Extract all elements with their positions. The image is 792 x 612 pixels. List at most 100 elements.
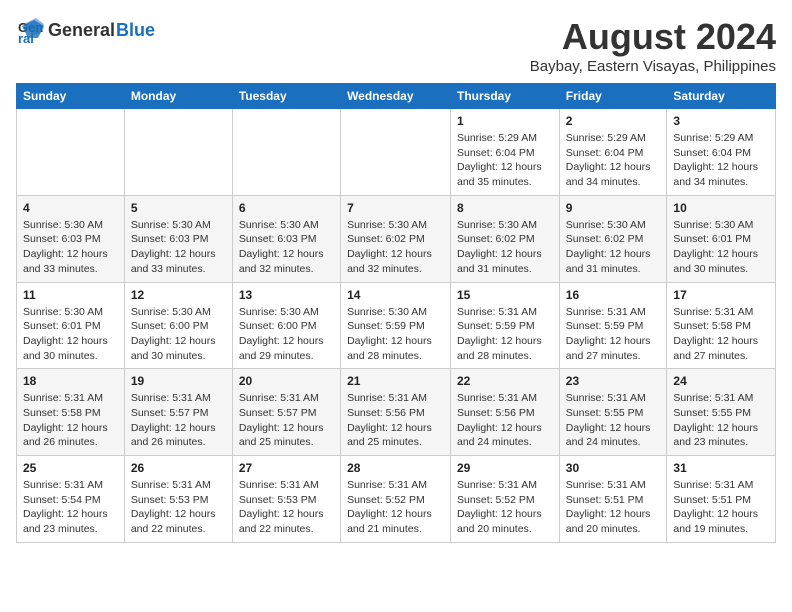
day-info: Sunrise: 5:31 AMSunset: 5:56 PMDaylight:… <box>457 391 553 450</box>
day-info: Sunrise: 5:30 AMSunset: 6:02 PMDaylight:… <box>457 218 553 277</box>
day-number: 28 <box>347 461 444 475</box>
day-info: Sunrise: 5:31 AMSunset: 5:57 PMDaylight:… <box>131 391 226 450</box>
calendar-week-2: 4 Sunrise: 5:30 AMSunset: 6:03 PMDaylight… <box>17 195 776 282</box>
day-number: 3 <box>673 114 769 128</box>
day-info: Sunrise: 5:30 AMSunset: 6:03 PMDaylight:… <box>23 218 118 277</box>
day-number: 21 <box>347 374 444 388</box>
calendar-cell: 12Sunrise: 5:30 AMSunset: 6:00 PMDayligh… <box>124 282 232 369</box>
calendar-cell: 21 Sunrise: 5:31 AMSunset: 5:56 PMDayligh… <box>341 369 451 456</box>
calendar-cell: 1Sunrise: 5:29 AMSunset: 6:04 PMDaylight… <box>451 109 560 196</box>
day-number: 7 <box>347 201 444 215</box>
day-number: 26 <box>131 461 226 475</box>
calendar-cell: 19Sunrise: 5:31 AMSunset: 5:57 PMDayligh… <box>124 369 232 456</box>
calendar-cell: 5Sunrise: 5:30 AMSunset: 6:03 PMDaylight… <box>124 195 232 282</box>
day-number: 18 <box>23 374 118 388</box>
calendar-cell: 9 Sunrise: 5:30 AMSunset: 6:02 PMDaylight… <box>559 195 667 282</box>
day-info: Sunrise: 5:31 AMSunset: 5:56 PMDaylight:… <box>347 391 444 450</box>
day-info: Sunrise: 5:31 AMSunset: 5:52 PMDaylight:… <box>347 478 444 537</box>
day-number: 30 <box>566 461 661 475</box>
day-number: 20 <box>239 374 334 388</box>
logo-icon: Gene ral <box>16 16 44 44</box>
main-title: August 2024 <box>530 16 776 58</box>
day-number: 13 <box>239 288 334 302</box>
calendar-week-1: 1Sunrise: 5:29 AMSunset: 6:04 PMDaylight… <box>17 109 776 196</box>
logo: Gene ral General Blue <box>16 16 155 44</box>
day-number: 15 <box>457 288 553 302</box>
header-monday: Monday <box>124 84 232 109</box>
calendar-cell: 30 Sunrise: 5:31 AMSunset: 5:51 PMDayligh… <box>559 456 667 543</box>
calendar-week-5: 25 Sunrise: 5:31 AMSunset: 5:54 PMDayligh… <box>17 456 776 543</box>
calendar-cell: 10 Sunrise: 5:30 AMSunset: 6:01 PMDayligh… <box>667 195 776 282</box>
day-number: 22 <box>457 374 553 388</box>
day-number: 8 <box>457 201 553 215</box>
header-wednesday: Wednesday <box>341 84 451 109</box>
calendar-week-3: 11 Sunrise: 5:30 AMSunset: 6:01 PMDayligh… <box>17 282 776 369</box>
title-block: August 2024 Baybay, Eastern Visayas, Phi… <box>530 16 776 75</box>
header-friday: Friday <box>559 84 667 109</box>
calendar-cell: 3 Sunrise: 5:29 AMSunset: 6:04 PMDaylight… <box>667 109 776 196</box>
day-number: 29 <box>457 461 553 475</box>
header-tuesday: Tuesday <box>232 84 340 109</box>
calendar-cell: 24 Sunrise: 5:31 AMSunset: 5:55 PMDayligh… <box>667 369 776 456</box>
day-number: 5 <box>131 201 226 215</box>
day-number: 27 <box>239 461 334 475</box>
calendar-cell: 25 Sunrise: 5:31 AMSunset: 5:54 PMDayligh… <box>17 456 125 543</box>
day-info: Sunrise: 5:31 AMSunset: 5:58 PMDaylight:… <box>673 305 769 364</box>
day-info: Sunrise: 5:30 AMSunset: 5:59 PMDaylight:… <box>347 305 444 364</box>
day-info: Sunrise: 5:31 AMSunset: 5:51 PMDaylight:… <box>566 478 661 537</box>
calendar-cell: 7 Sunrise: 5:30 AMSunset: 6:02 PMDaylight… <box>341 195 451 282</box>
calendar-cell <box>341 109 451 196</box>
day-number: 4 <box>23 201 118 215</box>
calendar-cell: 29 Sunrise: 5:31 AMSunset: 5:52 PMDayligh… <box>451 456 560 543</box>
day-info: Sunrise: 5:31 AMSunset: 5:59 PMDaylight:… <box>457 305 553 364</box>
day-info: Sunrise: 5:31 AMSunset: 5:54 PMDaylight:… <box>23 478 118 537</box>
header-thursday: Thursday <box>451 84 560 109</box>
calendar-cell: 13Sunrise: 5:30 AMSunset: 6:00 PMDayligh… <box>232 282 340 369</box>
day-info: Sunrise: 5:30 AMSunset: 6:02 PMDaylight:… <box>347 218 444 277</box>
calendar-cell: 22 Sunrise: 5:31 AMSunset: 5:56 PMDayligh… <box>451 369 560 456</box>
header-saturday: Saturday <box>667 84 776 109</box>
day-info: Sunrise: 5:30 AMSunset: 6:01 PMDaylight:… <box>23 305 118 364</box>
day-info: Sunrise: 5:30 AMSunset: 6:02 PMDaylight:… <box>566 218 661 277</box>
day-info: Sunrise: 5:29 AMSunset: 6:04 PMDaylight:… <box>673 131 769 190</box>
subtitle: Baybay, Eastern Visayas, Philippines <box>530 58 776 75</box>
day-info: Sunrise: 5:31 AMSunset: 5:52 PMDaylight:… <box>457 478 553 537</box>
day-number: 6 <box>239 201 334 215</box>
day-number: 10 <box>673 201 769 215</box>
calendar-body: 1Sunrise: 5:29 AMSunset: 6:04 PMDaylight… <box>17 109 776 543</box>
day-info: Sunrise: 5:29 AMSunset: 6:04 PMDaylight:… <box>566 131 661 190</box>
calendar-cell: 15 Sunrise: 5:31 AMSunset: 5:59 PMDayligh… <box>451 282 560 369</box>
calendar-cell: 4 Sunrise: 5:30 AMSunset: 6:03 PMDaylight… <box>17 195 125 282</box>
day-info: Sunrise: 5:31 AMSunset: 5:57 PMDaylight:… <box>239 391 334 450</box>
day-info: Sunrise: 5:31 AMSunset: 5:59 PMDaylight:… <box>566 305 661 364</box>
day-info: Sunrise: 5:30 AMSunset: 6:00 PMDaylight:… <box>131 305 226 364</box>
day-number: 14 <box>347 288 444 302</box>
day-info: Sunrise: 5:31 AMSunset: 5:58 PMDaylight:… <box>23 391 118 450</box>
calendar-cell: 28 Sunrise: 5:31 AMSunset: 5:52 PMDayligh… <box>341 456 451 543</box>
day-info: Sunrise: 5:31 AMSunset: 5:55 PMDaylight:… <box>673 391 769 450</box>
day-info: Sunrise: 5:31 AMSunset: 5:53 PMDaylight:… <box>131 478 226 537</box>
day-number: 31 <box>673 461 769 475</box>
day-info: Sunrise: 5:31 AMSunset: 5:51 PMDaylight:… <box>673 478 769 537</box>
calendar-cell: 14 Sunrise: 5:30 AMSunset: 5:59 PMDayligh… <box>341 282 451 369</box>
calendar-cell: 8 Sunrise: 5:30 AMSunset: 6:02 PMDaylight… <box>451 195 560 282</box>
day-number: 24 <box>673 374 769 388</box>
calendar-cell: 11 Sunrise: 5:30 AMSunset: 6:01 PMDayligh… <box>17 282 125 369</box>
logo-blue: Blue <box>116 20 155 41</box>
calendar-cell: 27Sunrise: 5:31 AMSunset: 5:53 PMDayligh… <box>232 456 340 543</box>
day-info: Sunrise: 5:29 AMSunset: 6:04 PMDaylight:… <box>457 131 553 190</box>
day-info: Sunrise: 5:30 AMSunset: 6:01 PMDaylight:… <box>673 218 769 277</box>
logo-general: General <box>48 20 115 41</box>
calendar-cell: 2 Sunrise: 5:29 AMSunset: 6:04 PMDaylight… <box>559 109 667 196</box>
day-number: 25 <box>23 461 118 475</box>
day-number: 2 <box>566 114 661 128</box>
day-number: 23 <box>566 374 661 388</box>
header-sunday: Sunday <box>17 84 125 109</box>
calendar-header-row: SundayMondayTuesdayWednesdayThursdayFrid… <box>17 84 776 109</box>
calendar-cell: 16Sunrise: 5:31 AMSunset: 5:59 PMDayligh… <box>559 282 667 369</box>
day-number: 9 <box>566 201 661 215</box>
calendar-cell: 31 Sunrise: 5:31 AMSunset: 5:51 PMDayligh… <box>667 456 776 543</box>
page-header: Gene ral General Blue August 2024 Baybay… <box>16 16 776 75</box>
day-number: 11 <box>23 288 118 302</box>
calendar-cell: 23Sunrise: 5:31 AMSunset: 5:55 PMDayligh… <box>559 369 667 456</box>
